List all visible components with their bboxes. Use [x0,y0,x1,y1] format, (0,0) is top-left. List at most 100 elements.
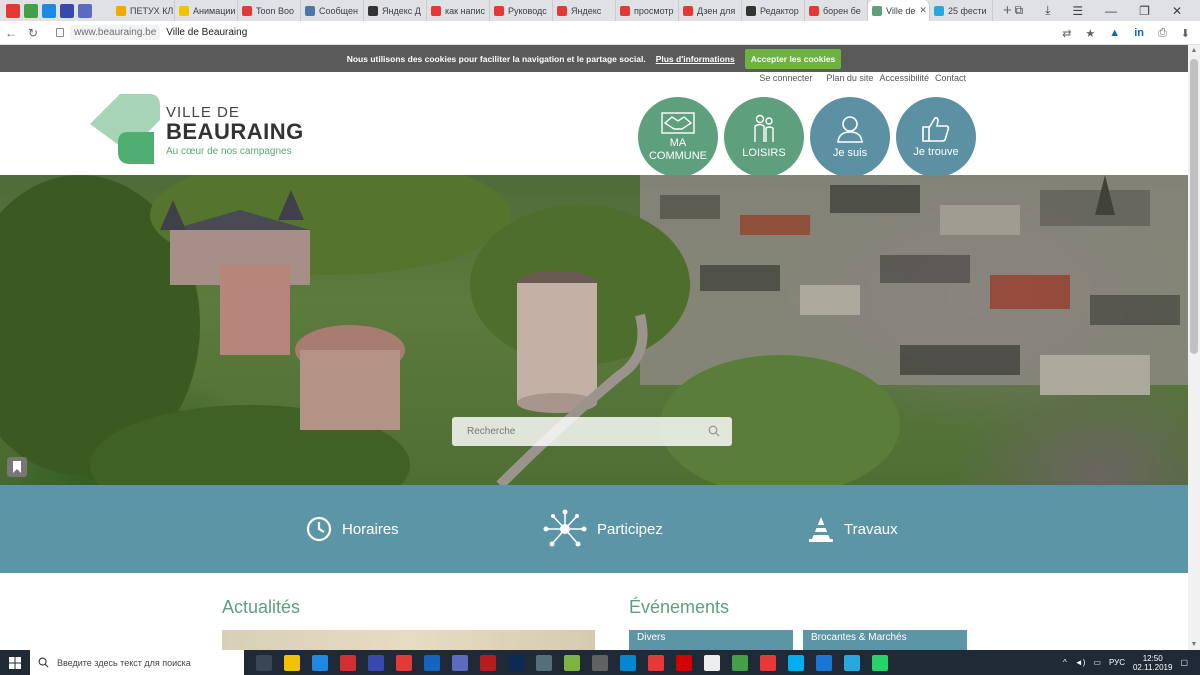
clock[interactable]: 12:50 02.11.2019 [1133,654,1172,672]
reload-button[interactable]: ↻ [22,26,44,40]
scroll-up-arrow-icon[interactable]: ▲ [1188,47,1200,54]
bookmark-star-icon[interactable]: ★ [1085,27,1095,40]
nav-je-suis[interactable]: Je suis [810,97,890,177]
language-indicator[interactable]: РУС [1109,658,1125,667]
extension-icon[interactable]: ▲ [1109,27,1120,39]
whatsapp-icon[interactable] [872,654,888,671]
volume-icon[interactable]: ◄) [1075,658,1086,667]
telegram-icon[interactable] [844,654,860,671]
pinned-tab-icon[interactable] [78,3,92,18]
app-icon[interactable] [340,654,356,671]
pinned-tab-icon[interactable] [6,3,20,18]
quicklink-horaires[interactable]: Horaires [306,485,399,573]
cookie-more-info-link[interactable]: Plus d'informations [656,54,735,64]
app-icon[interactable] [452,654,468,671]
browser-tab[interactable]: Яндекс Д [364,0,427,21]
pinned-tab-icon[interactable] [60,3,74,18]
contact-link[interactable]: Contact [935,73,966,83]
collections-icon[interactable]: ⧉ [1015,3,1024,18]
page-scrollbar[interactable]: ▲ ▼ [1188,45,1200,650]
tab-list: ПЕТУХ КЛ Анимации Toon Boo Сообщен Яндекс Д к… [112,0,993,21]
bookmark-side-button[interactable] [7,457,27,477]
logo-wordmark[interactable]: VILLE DE BEAURAING Au cœur de nos campag… [166,105,304,158]
browser-tab[interactable]: Ville de ✕ [868,0,930,21]
tray-arrow-icon[interactable]: ^ [1063,658,1067,667]
calculator-icon[interactable] [592,654,608,671]
download-icon[interactable]: ⬇ [1181,27,1190,40]
yandex-browser-icon[interactable] [396,654,412,671]
nav-je-trouve[interactable]: Je trouve [896,97,976,177]
browser-tab[interactable]: Руководс [490,0,553,21]
app-icon[interactable] [620,654,636,671]
browser-tab[interactable]: просмотр [616,0,679,21]
photoshop-icon[interactable] [508,654,524,671]
media-player-icon[interactable] [368,654,384,671]
taskbar-search-input[interactable]: Введите здесь текст для поиска [30,650,244,675]
network-status-icon[interactable]: ▭ [1093,658,1101,667]
file-explorer-icon[interactable] [284,654,300,671]
quicklink-participez[interactable]: Participez [543,485,663,573]
hero-banner: Recherche [0,175,1188,485]
start-button[interactable] [0,656,30,669]
hero-search-input[interactable]: Recherche [452,417,732,446]
close-window-button[interactable]: ✕ [1172,4,1182,18]
linkedin-icon[interactable]: in [1134,27,1144,39]
edge-icon[interactable] [816,654,832,671]
user-icon [837,116,863,143]
browser-tab[interactable]: 25 фести [930,0,993,21]
task-view-icon[interactable] [256,654,272,671]
tab-label: просмотр [634,5,674,16]
search-icon[interactable] [708,425,720,437]
browser-tab[interactable]: Яндекс [553,0,616,21]
store-icon[interactable] [312,654,328,671]
app-icon[interactable] [648,654,664,671]
accessibility-link[interactable]: Accessibilité [879,73,929,83]
quick-links-band: Horaires Participez Travaux [0,485,1188,573]
url-host: www.beauraing.be [70,25,161,40]
menu-icon[interactable]: ☰ [1072,4,1083,18]
close-tab-icon[interactable]: ✕ [919,5,927,16]
nav-ma-commune[interactable]: MA COMMUNE [638,97,718,177]
quicklink-travaux[interactable]: Travaux [808,485,898,573]
browser-tab[interactable]: Сообщен [301,0,364,21]
translate-icon[interactable]: ⇄ [1062,27,1071,40]
event-card-brocantes[interactable]: Brocantes & Marchés [803,630,967,650]
minimize-button[interactable]: — [1105,4,1117,18]
window-controls: ⧉ ⤓ ☰ — ❐ ✕ [1015,0,1200,21]
news-section-title: Actualités [222,597,301,617]
scrollbar-thumb[interactable] [1190,59,1198,354]
browser-tab[interactable]: как напис [427,0,490,21]
scroll-down-arrow-icon[interactable]: ▼ [1188,641,1200,648]
event-card-divers[interactable]: Divers [629,630,793,650]
downloads-icon[interactable]: ⤓ [1045,3,1050,18]
yandex-icon[interactable] [760,654,776,671]
news-thumbnail[interactable] [222,630,595,650]
maximize-button[interactable]: ❐ [1139,4,1150,18]
sitemap-link[interactable]: Plan du site [826,73,873,83]
app-icon[interactable] [564,654,580,671]
cookie-banner: Nous utilisons des cookies pour facilite… [0,45,1188,72]
browser-tab[interactable]: Дзен для [679,0,742,21]
netflix-icon[interactable] [480,654,496,671]
browser-tab[interactable]: ПЕТУХ КЛ [112,0,175,21]
url-field[interactable]: www.beauraing.be Ville de Beauraing [56,25,247,40]
accept-cookies-button[interactable]: Accepter les cookies [744,48,842,69]
login-link[interactable]: Se connecter [759,73,812,83]
browser-tab[interactable]: Анимации [175,0,238,21]
browser-tab[interactable]: Toon Boo [238,0,301,21]
app-icon[interactable] [424,654,440,671]
app-icon[interactable] [732,654,748,671]
browser-tab[interactable]: Редактор [742,0,805,21]
pinned-tab-icon[interactable] [42,3,56,18]
skype-icon[interactable] [788,654,804,671]
notepad-icon[interactable] [704,654,720,671]
browser-tab[interactable]: борен бе [805,0,868,21]
pinned-tab-icon[interactable] [24,3,38,18]
app-icon[interactable] [536,654,552,671]
nav-je-trouve-label: Je trouve [913,146,959,158]
nav-loisirs[interactable]: LOISIRS [724,97,804,177]
opera-icon[interactable] [676,654,692,671]
notifications-icon[interactable]: ▢ [1180,658,1188,667]
share-icon[interactable]: ⎙ [1158,27,1167,40]
back-button[interactable]: ← [0,26,22,40]
